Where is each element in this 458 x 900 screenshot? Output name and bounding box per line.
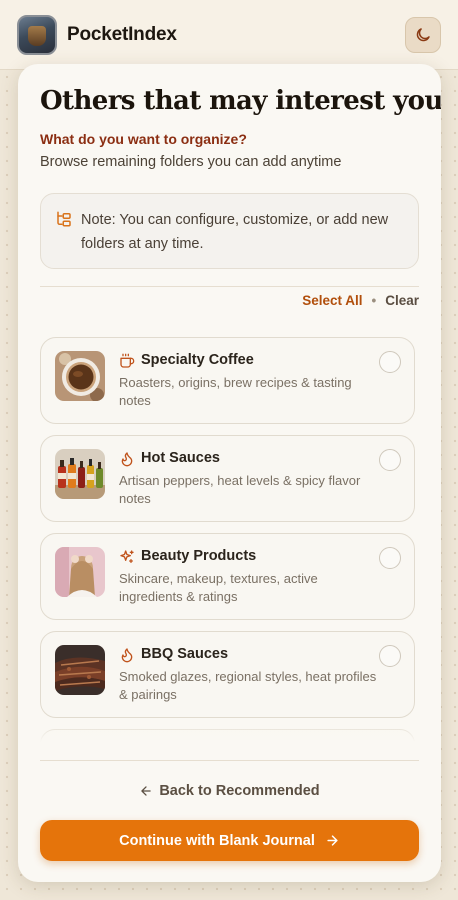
sparkles-icon (120, 550, 134, 563)
folder-title: Specialty Coffee (141, 352, 254, 368)
continue-button[interactable]: Continue with Blank Journal (40, 820, 419, 861)
organize-question: What do you want to organize? (40, 131, 247, 147)
folder-description: Roasters, origins, brew recipes & tastin… (119, 375, 352, 408)
divider (40, 286, 419, 287)
continue-label: Continue with Blank Journal (119, 832, 315, 849)
page-subtitle: Browse remaining folders you can add any… (40, 154, 342, 170)
folder-description: Artisan peppers, heat levels & spicy fla… (119, 473, 361, 506)
hot-sauce-thumbnail (55, 449, 105, 499)
divider (40, 760, 419, 761)
folder-description: Skincare, makeup, textures, active ingre… (119, 571, 318, 604)
arrow-right-icon (327, 835, 338, 846)
selection-card: Others that may interest you What do you… (18, 64, 441, 882)
select-checkbox[interactable] (379, 645, 401, 667)
flame-icon (121, 648, 133, 663)
folder-title: BBQ Sauces (141, 646, 229, 662)
theme-toggle-button[interactable] (405, 17, 441, 53)
back-to-recommended-link[interactable]: Back to Recommended (18, 783, 441, 799)
select-checkbox[interactable] (379, 351, 401, 373)
info-note: Note: You can configure, customize, or a… (40, 193, 419, 269)
note-text: Note: You can configure, customize, or a… (81, 212, 389, 252)
flame-icon (121, 452, 133, 467)
coffee-cup-icon (120, 353, 135, 368)
folder-tree-icon (57, 211, 71, 227)
folder-list[interactable]: Specialty Coffee Roasters, origins, brew… (40, 337, 415, 742)
folder-card-hot-sauces[interactable]: Hot Sauces Artisan peppers, heat levels … (40, 435, 415, 522)
app-logo (17, 14, 57, 55)
folder-title: Beauty Products (141, 548, 257, 564)
select-all-link[interactable]: Select All (302, 293, 362, 308)
folder-title: Hot Sauces (141, 450, 220, 466)
folder-card-bbq-sauces[interactable]: BBQ Sauces Smoked glazes, regional style… (40, 631, 415, 718)
folder-card-specialty-coffee[interactable]: Specialty Coffee Roasters, origins, brew… (40, 337, 415, 424)
select-checkbox[interactable] (379, 449, 401, 471)
clear-link[interactable]: Clear (385, 293, 419, 308)
beauty-thumbnail (55, 547, 105, 597)
top-bar: PocketIndex (0, 0, 458, 70)
app-name: PocketIndex (67, 23, 177, 45)
list-fade (40, 722, 415, 742)
bbq-thumbnail (55, 645, 105, 695)
select-checkbox[interactable] (379, 547, 401, 569)
separator-dot: • (371, 293, 377, 308)
back-label: Back to Recommended (159, 783, 320, 799)
arrow-left-icon (141, 786, 152, 796)
coffee-thumbnail (55, 351, 105, 401)
folder-description: Smoked glazes, regional styles, heat pro… (119, 669, 377, 702)
folder-card-beauty-products[interactable]: Beauty Products Skincare, makeup, textur… (40, 533, 415, 620)
page-title: Others that may interest you (40, 86, 441, 116)
moon-icon (416, 28, 430, 42)
bulk-actions: Select All • Clear (302, 293, 419, 308)
